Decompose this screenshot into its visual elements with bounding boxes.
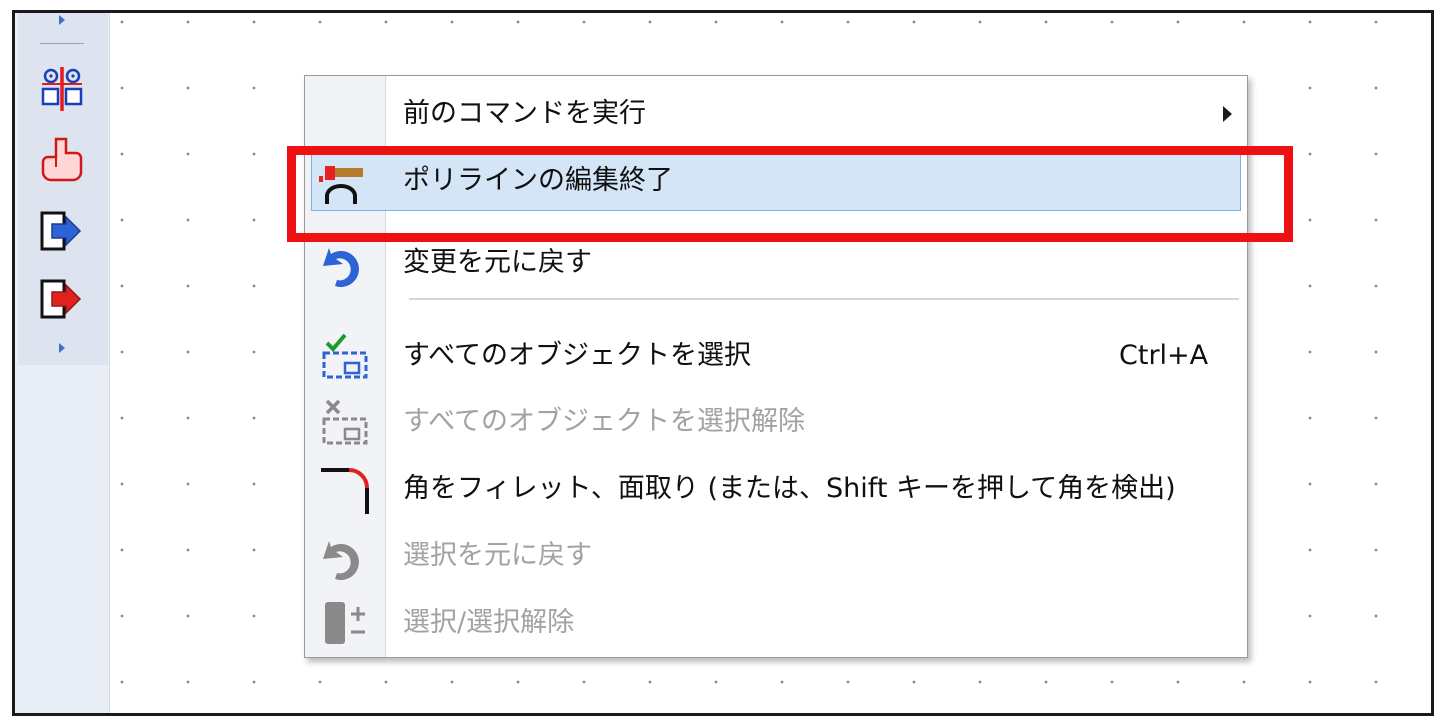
toolbar-expand-arrow-icon[interactable] [59, 15, 65, 25]
menu-separator [409, 298, 1239, 300]
menu-item-label: 選択を元に戻す [403, 540, 592, 571]
deselect-all-icon [322, 399, 368, 445]
align-icon [41, 67, 83, 111]
canvas-area[interactable]: 前のコマンドを実行 ポリラインの編集終了 変更を元に戻す すべてのオブジェクトを… [12, 10, 1434, 716]
move-in-blue-button[interactable] [38, 207, 86, 255]
menu-item-fillet-chamfer[interactable]: 角をフィレット、面取り (または、Shift キーを押して角を検出) [305, 456, 1247, 522]
toolbar-more-arrow-icon[interactable] [59, 343, 65, 353]
select-all-icon [322, 333, 368, 379]
move-in-red-button[interactable] [38, 275, 86, 323]
menu-item-label: 角をフィレット、面取り (または、Shift キーを押して角を検出) [403, 473, 1176, 504]
hand-pan-icon [41, 137, 83, 182]
submenu-arrow-icon [1223, 106, 1232, 122]
menu-item-undo-selection[interactable]: 選択を元に戻す [305, 523, 1247, 589]
menu-item-select-all[interactable]: すべてのオブジェクトを選択 Ctrl+A [305, 323, 1247, 389]
toolbar-separator [40, 43, 84, 44]
menu-item-toggle-selection[interactable]: 選択/選択解除 [305, 590, 1247, 656]
move-in-red-icon [40, 279, 82, 319]
fillet-corner-icon [321, 468, 369, 514]
menu-item-label: 選択/選択解除 [403, 607, 575, 638]
highlight-callout-box [287, 146, 1293, 242]
menu-item-label: すべてのオブジェクトを選択 [403, 340, 752, 371]
toggle-selection-icon [325, 602, 365, 644]
menu-item-shortcut: Ctrl+A [1119, 340, 1209, 371]
left-toolbar [15, 13, 110, 713]
move-in-blue-icon [40, 211, 82, 251]
menu-item-label: すべてのオブジェクトを選択解除 [403, 406, 806, 437]
hand-pan-button[interactable] [38, 135, 86, 183]
menu-item-repeat-last-command[interactable]: 前のコマンドを実行 [305, 81, 1247, 147]
undo-selection-icon [323, 541, 359, 581]
menu-item-deselect-all[interactable]: すべてのオブジェクトを選択解除 [305, 389, 1247, 455]
menu-item-label: 前のコマンドを実行 [403, 98, 646, 129]
undo-icon [323, 248, 359, 288]
align-button[interactable] [38, 65, 86, 113]
